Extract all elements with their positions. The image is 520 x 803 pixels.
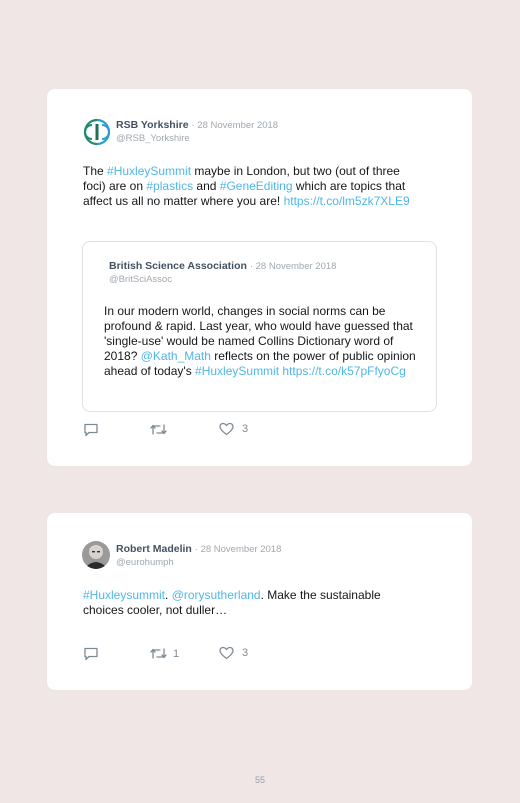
quote-author-name[interactable]: British Science Association <box>109 260 247 272</box>
tweet-date: · 28 November 2018 <box>191 120 279 131</box>
retweet-icon <box>150 648 167 659</box>
author-handle[interactable]: @eurohumph <box>116 556 281 569</box>
quote-author-handle[interactable]: @BritSciAssoc <box>109 273 336 286</box>
page-number: 55 <box>254 775 265 785</box>
hashtag-link[interactable]: #plastics <box>146 179 193 193</box>
like-count: 3 <box>242 423 249 435</box>
quote-text: In our modern world, changes in social n… <box>104 304 422 379</box>
hashtag-link[interactable]: #HuxleySummit <box>195 364 279 378</box>
author-handle[interactable]: @RSB_Yorkshire <box>116 132 278 145</box>
rsb-logo-icon <box>83 118 111 146</box>
reply-icon <box>84 647 98 661</box>
hashtag-link[interactable]: #HuxleySummit <box>107 164 191 178</box>
tweet-text: #Huxleysummit. @rorysutherland. Make the… <box>83 588 423 618</box>
author-name[interactable]: Robert Madelin <box>116 543 192 555</box>
url-link[interactable]: https://t.co/k57pFfyoCg <box>282 364 405 378</box>
text-segment: The <box>83 164 108 178</box>
tweet-date: · 28 November 2018 <box>194 544 282 555</box>
avatar-photo-icon <box>82 541 110 569</box>
text-segment: and <box>193 179 220 193</box>
retweet-icon <box>150 424 167 435</box>
retweet-button[interactable] <box>150 422 173 437</box>
quoted-tweet[interactable]: British Science Association · 28 Novembe… <box>82 241 437 412</box>
author-name[interactable]: RSB Yorkshire <box>116 119 189 131</box>
mention-link[interactable]: @Kath_Math <box>141 349 211 363</box>
tweet-card: RSB Yorkshire · 28 November 2018 @RSB_Yo… <box>47 89 472 466</box>
hashtag-link[interactable]: #Huxleysummit <box>83 588 165 602</box>
retweet-count: 1 <box>173 647 180 660</box>
reply-button[interactable] <box>83 422 99 437</box>
retweet-button[interactable]: 1 <box>150 646 179 661</box>
like-button[interactable]: 3 <box>219 422 248 436</box>
heart-icon <box>219 646 234 660</box>
heart-icon <box>219 422 234 436</box>
mention-link[interactable]: @rorysutherland <box>172 588 261 602</box>
reply-icon <box>84 423 98 437</box>
quote-date: · 28 November 2018 <box>249 261 337 272</box>
text-segment: . <box>165 588 172 602</box>
url-link[interactable]: https://t.co/lm5zk7XLE9 <box>284 194 410 208</box>
like-count: 3 <box>242 647 249 659</box>
hashtag-link[interactable]: #GeneEditing <box>220 179 293 193</box>
reply-button[interactable] <box>83 646 99 661</box>
tweet-text: The #HuxleySummit maybe in London, but t… <box>83 164 421 209</box>
like-button[interactable]: 3 <box>219 646 248 660</box>
tweet-card: Robert Madelin · 28 November 2018 @euroh… <box>47 513 472 690</box>
